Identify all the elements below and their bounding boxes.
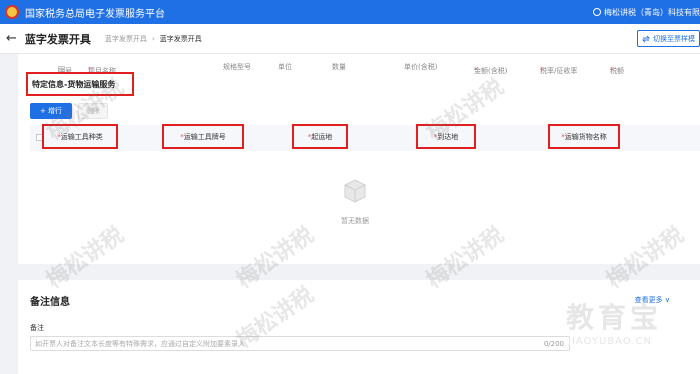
- switch-template-label: 切换至票样模: [653, 34, 695, 43]
- col-cargo-name: * 运输货物名称: [548, 124, 620, 149]
- remark-placeholder: 如开票人对备注文本长度等有特殊需求，应通过自定义附加要素录入: [35, 339, 245, 348]
- breadcrumb: 蓝字发票开具 › 蓝字发票开具: [105, 34, 202, 44]
- tax-emblem-icon: [5, 5, 19, 19]
- remark-title: 备注信息: [30, 297, 70, 308]
- col-unit-price: 单价(含税): [404, 63, 438, 71]
- remark-label: 备注: [30, 324, 44, 332]
- col-quantity: 数量: [332, 63, 346, 71]
- user-menu[interactable]: 梅松讲税（青岛）科技有限: [593, 0, 700, 24]
- col-vehicle-plate: * 运输工具牌号: [162, 124, 244, 149]
- platform-title: 国家税务总局电子发票服务平台: [25, 8, 165, 20]
- brand-watermark: 教育宝 JIAOYUBAO.CN: [566, 296, 696, 356]
- col-unit: 单位: [278, 63, 292, 71]
- remark-input[interactable]: 如开票人对备注文本长度等有特殊需求，应通过自定义附加要素录入 0/200: [30, 336, 570, 351]
- col-departure: * 起运地: [292, 124, 348, 149]
- page-title: 蓝字发票开具: [24, 32, 91, 46]
- switch-icon: [642, 35, 650, 42]
- breadcrumb-separator: ›: [151, 34, 155, 43]
- user-icon: [593, 8, 601, 16]
- brand-url: JIAOYUBAO.CN: [568, 336, 652, 347]
- top-bar: 国家税务总局电子发票服务平台 梅松讲税（青岛）科技有限: [0, 0, 700, 24]
- col-spec: 规格型号: [223, 63, 251, 71]
- remark-char-count: 0/200: [543, 340, 564, 348]
- user-name: 梅松讲税（青岛）科技有限: [604, 7, 700, 17]
- empty-text: 暂无数据: [341, 217, 369, 225]
- empty-box-icon: [344, 179, 366, 203]
- breadcrumb-item-2: 蓝字发票开具: [159, 34, 202, 43]
- switch-template-button[interactable]: 切换至票样模: [637, 30, 700, 47]
- brand-logo-text: 教育宝: [566, 301, 663, 334]
- page-header: ← 蓝字发票开具 蓝字发票开具 › 蓝字发票开具 切换至票样模: [0, 24, 700, 54]
- back-arrow-icon[interactable]: ←: [6, 31, 17, 46]
- breadcrumb-item-1[interactable]: 蓝字发票开具: [105, 34, 147, 44]
